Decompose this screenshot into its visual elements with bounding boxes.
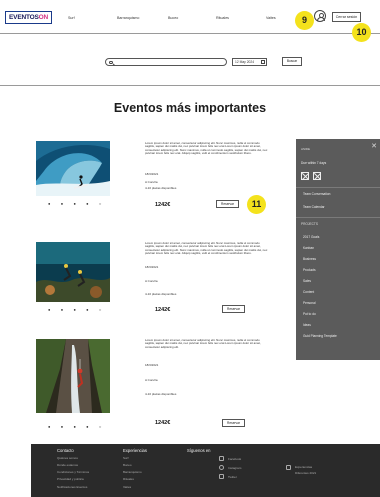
event-date: 18/3/2021 [145, 363, 159, 367]
user-profile-icon[interactable] [314, 10, 326, 22]
reserve-button[interactable]: Reservar [216, 200, 239, 208]
footer-link[interactable]: Condiciones y Términos [57, 470, 89, 474]
nav-rituales[interactable]: Rituales [216, 16, 229, 20]
event-date: 18/3/2021 [145, 265, 159, 269]
search-input[interactable] [105, 58, 227, 66]
nav-buceo[interactable]: Buceo [168, 16, 178, 20]
event-image-canyoning[interactable] [36, 339, 110, 413]
projects-heading: PROJECTS [301, 222, 319, 226]
top-header: EVENTOSON Surf Barranquismo Buceo Ritual… [0, 0, 380, 42]
carousel-dots[interactable]: ● ● ● ● ○ [48, 307, 106, 312]
award-icon [286, 465, 291, 470]
project-item[interactable]: Sales [303, 279, 311, 283]
project-item[interactable]: Guid Planning Template [303, 334, 337, 338]
carousel-dots[interactable]: ● ● ● ● ○ [48, 424, 106, 429]
callout-badge-11: 11 [247, 195, 266, 214]
callout-badge-9: 9 [295, 11, 314, 30]
nav-vaites[interactable]: Vaites [266, 16, 276, 20]
aside-panel: ASIDE ✕ Due within 7 days Team Conversat… [296, 139, 380, 360]
footer: Contacto Quiénes somos Dónde estamos Con… [31, 444, 380, 497]
panel-item-team-calendar[interactable]: Team Calendar [303, 205, 325, 209]
footer-link[interactable]: Privacidad y política [57, 477, 84, 481]
logo-text-accent: ON [38, 14, 49, 21]
footer-link[interactable]: Quiénes somos [57, 456, 78, 460]
footer-award-text: Experiencias [295, 465, 313, 469]
panel-item-team-conversation[interactable]: Team Conversation [303, 192, 330, 196]
footer-link[interactable]: Rituales [123, 477, 134, 481]
callout-badge-10: 10 [352, 23, 371, 42]
footer-link[interactable]: Barranquismo [123, 470, 142, 474]
search-icon [109, 60, 113, 64]
footer-link[interactable]: Instagram [228, 466, 241, 470]
event-description: Lorem ipsum dolor sit amet, consectetur … [145, 141, 268, 155]
project-item[interactable]: Products [303, 268, 316, 272]
event-image-surf[interactable] [36, 141, 110, 196]
diving-photo [36, 242, 110, 302]
brand-logo[interactable]: EVENTOSON [5, 11, 52, 24]
panel-heading: ASIDE [301, 147, 311, 151]
event-price: 1242€ [155, 420, 171, 426]
divider [296, 217, 380, 218]
project-item[interactable]: Ideas [303, 323, 311, 327]
footer-heading-contact: Contacto [57, 448, 74, 453]
placeholder-image-icon [301, 172, 309, 180]
footer-award-text: Diferentes 2021 [295, 471, 317, 475]
surf-photo [36, 141, 110, 196]
project-item[interactable]: Personal [303, 301, 316, 305]
event-date: 18/3/2021 [145, 172, 159, 176]
instagram-icon[interactable] [219, 465, 224, 470]
footer-link[interactable]: Twitter [228, 475, 237, 479]
event-places: 4-10 plazas disponibles [145, 292, 177, 296]
project-item[interactable]: Content [303, 290, 314, 294]
event-description: Lorem ipsum dolor sit amet, consectetur … [145, 338, 261, 349]
event-location: A Coruña [145, 180, 158, 184]
event-price: 1242€ [155, 202, 171, 208]
footer-link[interactable]: Facebook [228, 457, 241, 461]
footer-link[interactable]: Dónde estamos [57, 463, 78, 467]
reserve-button[interactable]: Reservar [222, 419, 245, 427]
page-title: Eventos más importantes [113, 101, 267, 115]
divider [0, 85, 380, 86]
project-item[interactable]: Business [303, 257, 316, 261]
nav-barranquismo[interactable]: Barranquismo [117, 16, 139, 20]
logo-text-main: EVENTOS [9, 14, 39, 21]
event-image-diving[interactable] [36, 242, 110, 302]
footer-heading-experiences: Experiencias [123, 448, 147, 453]
date-value: 12 May 2024 [235, 60, 255, 64]
footer-link[interactable]: Surf [123, 456, 129, 460]
nav-surf[interactable]: Surf [68, 16, 75, 20]
carousel-dots[interactable]: ● ● ● ● ○ [48, 201, 106, 206]
canyoning-photo [36, 339, 110, 413]
logout-button[interactable]: Cerrar sesión [332, 12, 361, 22]
footer-link[interactable]: Buceo [123, 463, 132, 467]
event-location: A Coruña [145, 279, 158, 283]
search-button[interactable]: Buscar [282, 57, 302, 66]
close-icon[interactable]: ✕ [371, 142, 377, 150]
facebook-icon[interactable] [219, 456, 224, 461]
divider [296, 187, 380, 188]
project-item[interactable]: Kanban [303, 246, 314, 250]
date-field[interactable]: 12 May 2024 [232, 58, 267, 66]
footer-heading-follow: Síguenos en [187, 448, 211, 453]
event-description: Lorem ipsum dolor sit amet, consectetur … [145, 241, 268, 255]
event-price: 1242€ [155, 307, 171, 313]
panel-subheading: Due within 7 days [301, 161, 327, 165]
project-item[interactable]: 2017 Goals [303, 235, 319, 239]
footer-link[interactable]: Vaites [123, 485, 131, 489]
project-item[interactable]: Put to do [303, 312, 316, 316]
calendar-icon[interactable] [260, 59, 265, 64]
event-places: 4-10 plazas disponibles [145, 392, 177, 396]
event-location: A Coruña [145, 378, 158, 382]
twitter-icon[interactable] [219, 474, 224, 479]
placeholder-image-icon [313, 172, 321, 180]
event-places: 4-10 plazas disponibles [145, 186, 177, 190]
reserve-button[interactable]: Reservar [222, 305, 245, 313]
footer-link[interactable]: Notificaciones Eventos [57, 485, 87, 489]
